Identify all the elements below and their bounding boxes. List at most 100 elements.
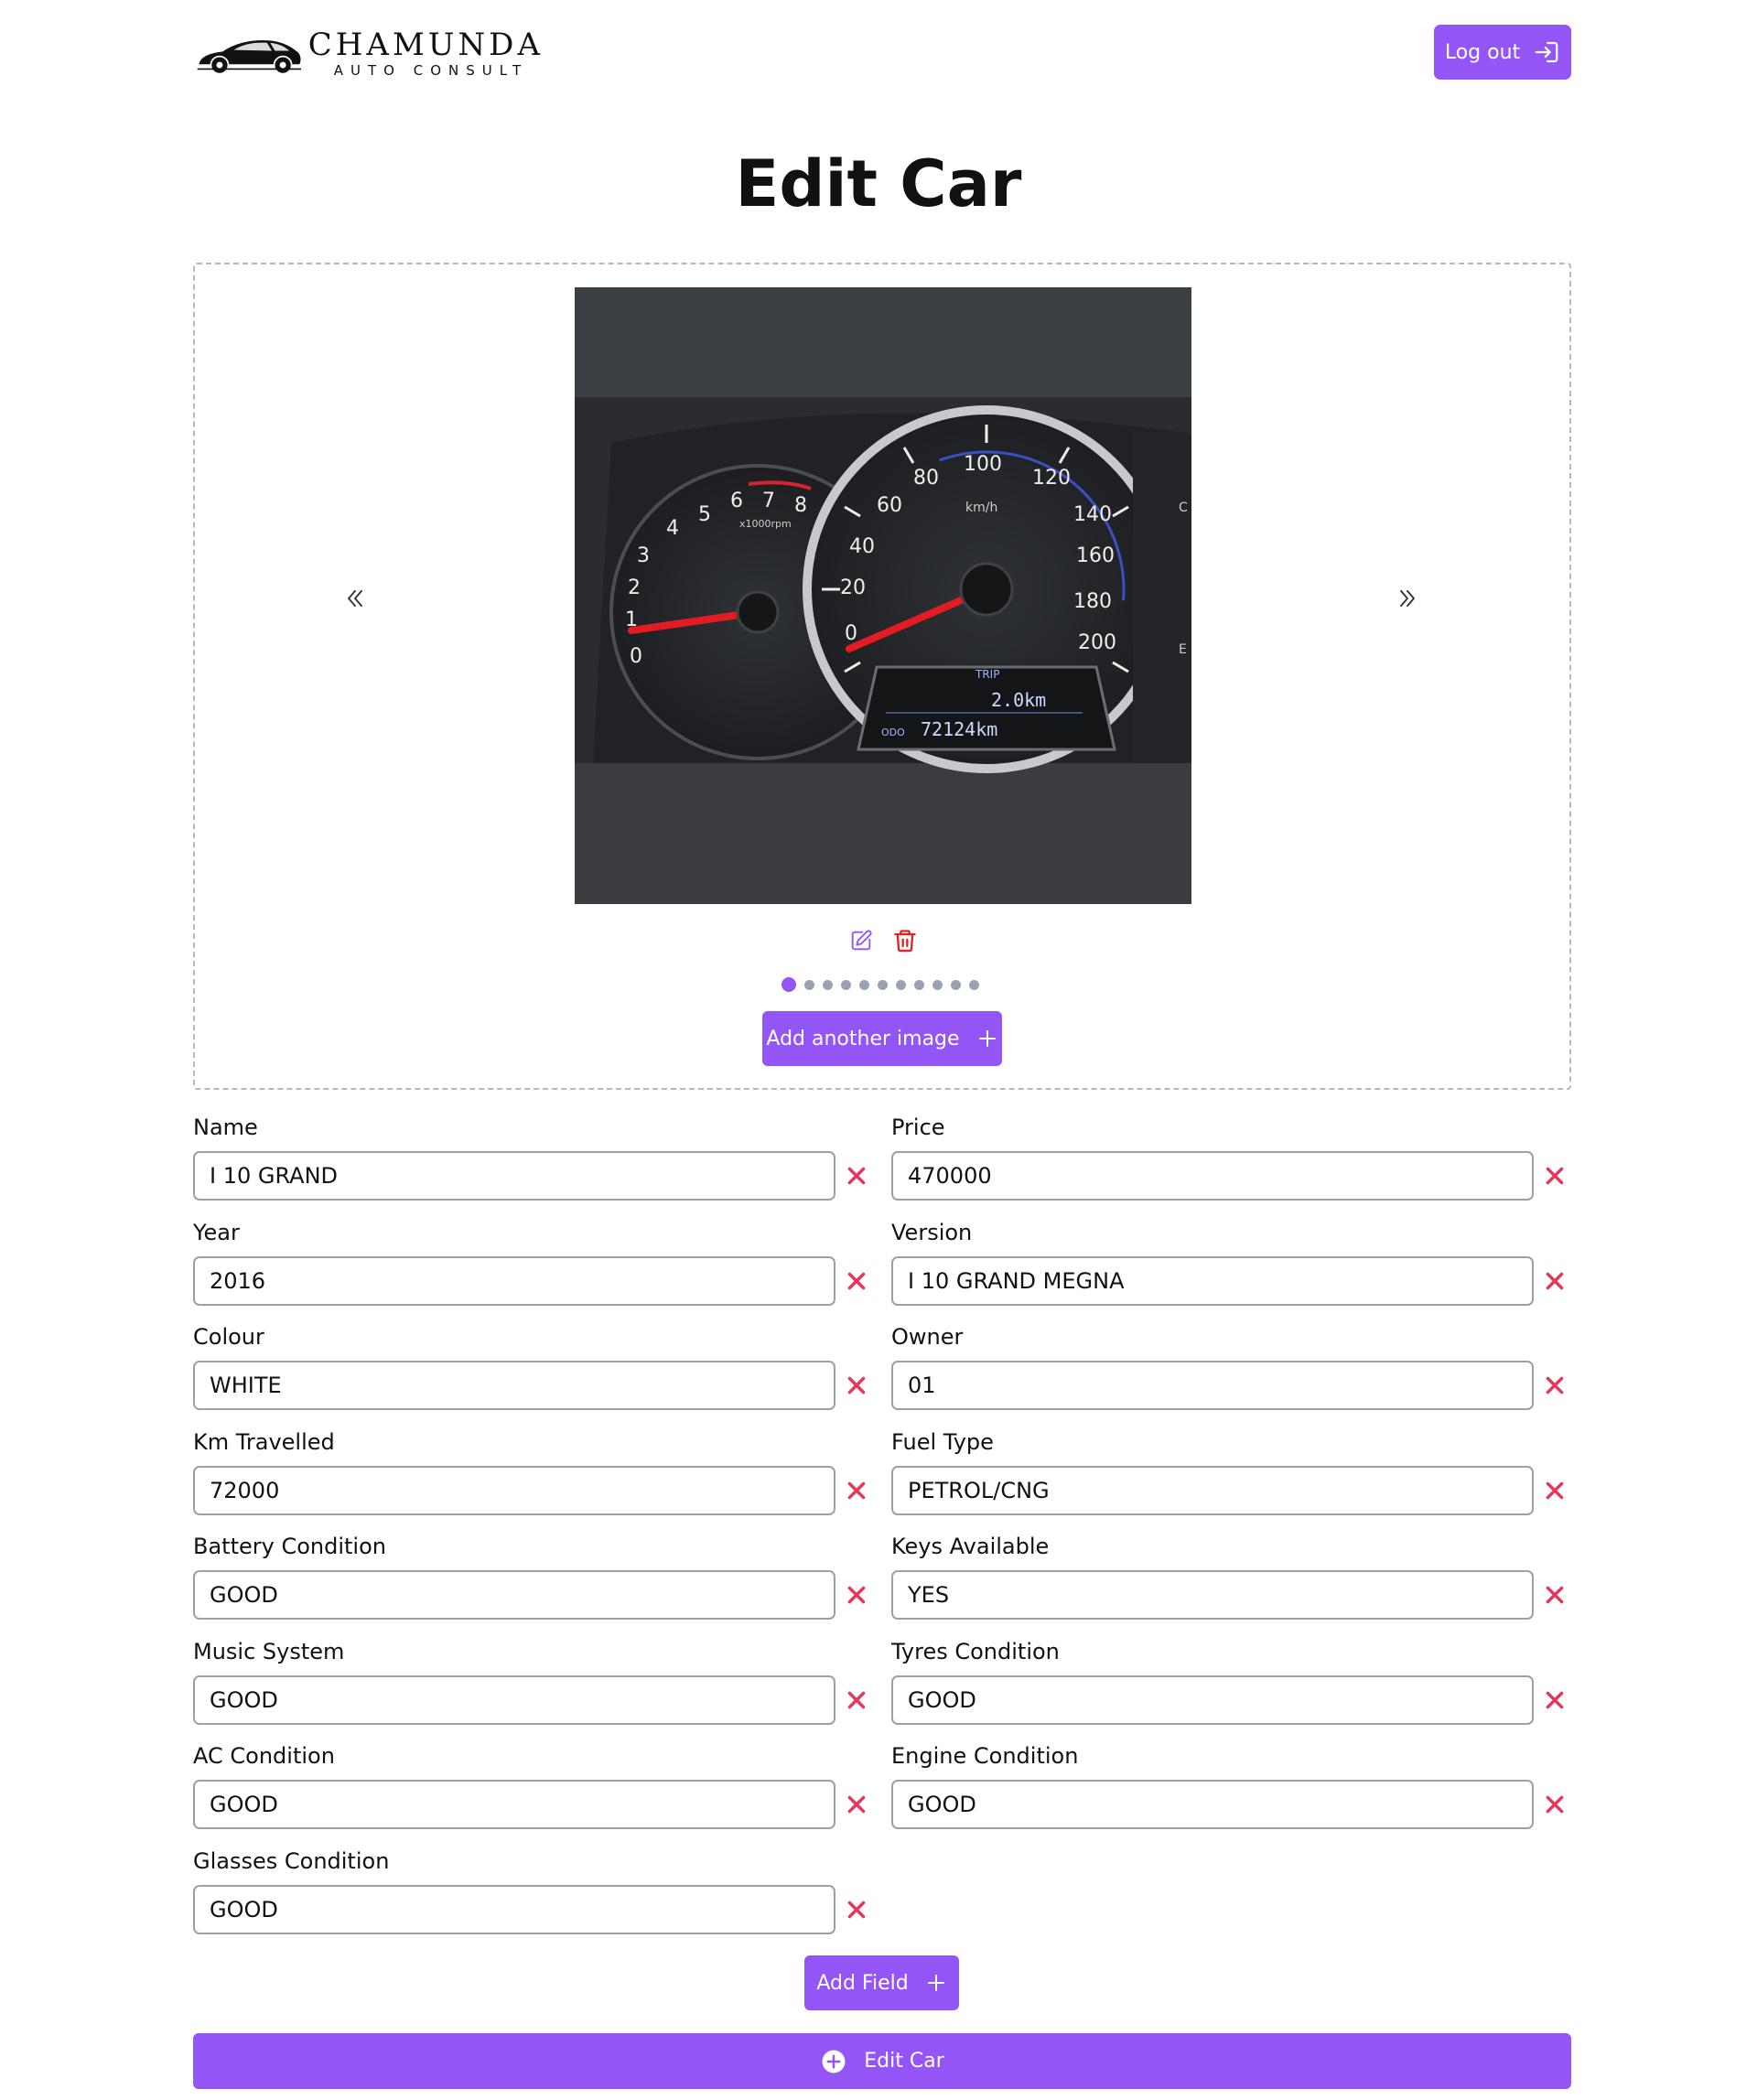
form-field: Glasses Condition GOOD	[193, 1848, 870, 1940]
double-chevron-right-icon	[1400, 589, 1415, 608]
add-image-button[interactable]: Add another image	[762, 1011, 1002, 1066]
form-field: Year 2016	[193, 1220, 870, 1311]
svg-text:0: 0	[845, 622, 857, 645]
remove-field-button[interactable]	[1539, 1789, 1570, 1820]
field-input[interactable]: I 10 GRAND	[193, 1151, 835, 1201]
field-input[interactable]: GOOD	[891, 1780, 1534, 1829]
carousel-dot[interactable]	[781, 977, 796, 992]
carousel-next-button[interactable]	[1389, 580, 1426, 617]
remove-field-button[interactable]	[841, 1475, 872, 1506]
field-input[interactable]: GOOD	[891, 1675, 1534, 1725]
remove-field-button[interactable]	[1539, 1475, 1570, 1506]
edit-image-button[interactable]	[846, 926, 876, 955]
field-label: Glasses Condition	[193, 1847, 390, 1874]
field-input[interactable]: 01	[891, 1361, 1534, 1410]
svg-text:C: C	[1179, 501, 1188, 515]
carousel-dot[interactable]	[914, 979, 924, 990]
carousel-dot[interactable]	[804, 979, 814, 990]
brand-logo[interactable]: CHAMUNDA AUTO CONSULT	[196, 22, 544, 86]
svg-text:ODO: ODO	[881, 727, 905, 738]
remove-field-button[interactable]	[841, 1265, 872, 1297]
header: CHAMUNDA AUTO CONSULT Log out	[0, 0, 1757, 105]
logout-label: Log out	[1444, 40, 1521, 64]
svg-text:180: 180	[1073, 590, 1112, 613]
field-input[interactable]: I 10 GRAND MEGNA	[891, 1255, 1534, 1306]
field-label: Name	[193, 1115, 258, 1140]
svg-text:8: 8	[794, 494, 807, 517]
svg-text:140: 140	[1073, 503, 1112, 526]
svg-text:6: 6	[730, 490, 743, 512]
remove-field-button[interactable]	[1539, 1685, 1570, 1716]
carousel-dot[interactable]	[823, 979, 833, 990]
field-label: Music System	[193, 1638, 345, 1664]
logout-button[interactable]: Log out	[1434, 25, 1571, 80]
carousel-dot[interactable]	[878, 979, 888, 990]
svg-text:160: 160	[1076, 544, 1115, 567]
add-field-label: Add Field	[816, 1971, 909, 1995]
form-field: Km Travelled 72000	[193, 1429, 870, 1521]
sports-car-logo	[197, 39, 302, 75]
field-input[interactable]: GOOD	[193, 1570, 835, 1620]
field-label: Engine Condition	[891, 1743, 1079, 1769]
remove-field-button[interactable]	[1539, 1370, 1570, 1401]
svg-text:60: 60	[877, 494, 902, 517]
svg-text:0: 0	[630, 645, 642, 668]
close-x-icon	[847, 1481, 866, 1499]
carousel-prev-button[interactable]	[337, 580, 373, 617]
add-image-label: Add another image	[766, 1027, 960, 1050]
carousel-dot[interactable]	[932, 979, 943, 990]
form-field: Keys Available YES	[891, 1534, 1568, 1625]
carousel-dot[interactable]	[841, 979, 851, 990]
carousel-dot[interactable]	[951, 979, 961, 990]
field-label: Keys Available	[891, 1534, 1050, 1559]
field-input[interactable]: 470000	[891, 1151, 1534, 1201]
field-input[interactable]: PETROL/CNG	[891, 1465, 1534, 1515]
carousel-indicators	[781, 977, 979, 992]
field-input[interactable]: GOOD	[193, 1780, 835, 1829]
remove-field-button[interactable]	[1539, 1579, 1570, 1610]
svg-text:x1000rpm: x1000rpm	[739, 518, 792, 530]
plus-icon	[978, 1030, 996, 1047]
field-input[interactable]: GOOD	[193, 1675, 835, 1725]
field-input[interactable]: WHITE	[193, 1361, 835, 1410]
delete-image-button[interactable]	[890, 926, 920, 955]
field-input[interactable]: GOOD	[193, 1884, 835, 1934]
remove-field-button[interactable]	[1539, 1160, 1570, 1191]
close-x-icon	[847, 1376, 866, 1395]
page-title: Edit Car	[735, 146, 1022, 221]
remove-field-button[interactable]	[841, 1789, 872, 1820]
remove-field-button[interactable]	[841, 1370, 872, 1401]
svg-text:20: 20	[840, 576, 866, 599]
add-field-button[interactable]: Add Field	[804, 1955, 959, 2010]
remove-field-button[interactable]	[841, 1579, 872, 1610]
field-input[interactable]: YES	[891, 1570, 1534, 1620]
close-x-icon	[847, 1167, 866, 1185]
field-input[interactable]: 72000	[193, 1465, 835, 1515]
carousel-dot[interactable]	[969, 979, 979, 990]
field-label: AC Condition	[193, 1743, 335, 1769]
image-actions	[846, 926, 920, 959]
speedometer-photo: 100 120 140 160 180 200 80 60 40 20 0 km…	[575, 287, 1191, 904]
svg-text:5: 5	[698, 503, 711, 526]
double-chevron-left-icon	[348, 589, 362, 608]
carousel-dot[interactable]	[896, 979, 906, 990]
remove-field-button[interactable]	[841, 1685, 872, 1716]
field-input[interactable]: 2016	[193, 1255, 835, 1306]
field-label: Fuel Type	[891, 1428, 994, 1455]
svg-text:40: 40	[849, 535, 875, 558]
close-x-icon	[847, 1272, 866, 1289]
edit-car-submit-button[interactable]: Edit Car	[193, 2033, 1571, 2089]
field-label: Year	[193, 1219, 240, 1245]
remove-field-button[interactable]	[1539, 1265, 1570, 1297]
field-label: Version	[891, 1219, 973, 1245]
remove-field-button[interactable]	[841, 1160, 872, 1191]
svg-text:120: 120	[1032, 467, 1071, 490]
remove-field-button[interactable]	[841, 1894, 872, 1925]
plus-circle-icon	[822, 2050, 846, 2073]
svg-text:2: 2	[628, 576, 641, 599]
carousel-dot[interactable]	[859, 979, 869, 990]
form-field: Music System GOOD	[193, 1639, 870, 1730]
form-field: AC Condition GOOD	[193, 1743, 870, 1835]
svg-text:TRIP: TRIP	[975, 668, 999, 681]
close-x-icon	[847, 1795, 866, 1814]
